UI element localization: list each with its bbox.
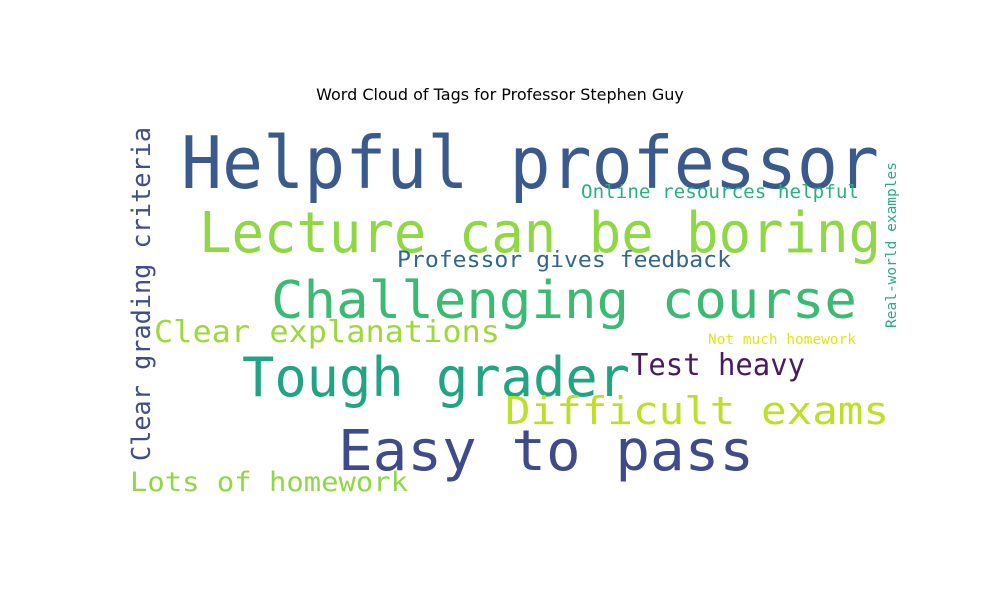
word-clear-explanations: Clear explanations [154,315,500,350]
word-real-world-examples: Real-world examples [884,162,900,328]
word-online-resources-helpful: Online resources helpful [581,181,859,203]
word-professor-gives-feedback: Professor gives feedback [397,248,731,273]
word-clear-grading-criteria: Clear grading criteria [127,127,157,461]
word-test-heavy: Test heavy [631,348,805,383]
word-not-much-homework: Not much homework [708,332,857,348]
word-difficult-exams: Difficult exams [505,389,889,433]
word-lots-of-homework: Lots of homework [130,467,408,498]
word-cloud: Helpful professorLecture can be boringCh… [127,121,900,498]
